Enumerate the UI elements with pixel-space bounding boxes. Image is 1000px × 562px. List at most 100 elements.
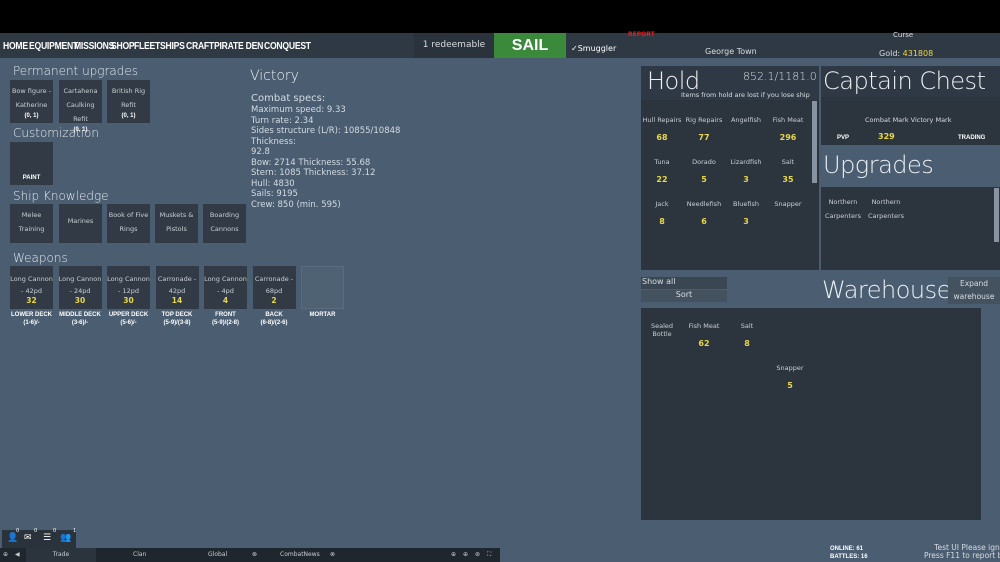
- hold-item[interactable]: Lizardfish 3: [725, 158, 767, 184]
- show-all-filter[interactable]: Show all: [641, 277, 727, 289]
- spec-line: 92.8: [251, 147, 270, 157]
- knowledge-slot[interactable]: Marines: [59, 204, 102, 243]
- hold-item[interactable]: Tuna 22: [641, 158, 683, 184]
- permanent-upgrade-slot[interactable]: Bow figure - Katherine (0, 1): [10, 80, 53, 123]
- badge: 0: [34, 528, 38, 534]
- weapon-slot[interactable]: Long Cannon - 12pd 30: [107, 266, 150, 309]
- nav-fleet[interactable]: FLEET: [134, 40, 160, 52]
- ship-knowledge-title: Ship Knowledge: [13, 189, 109, 203]
- sail-button[interactable]: SAIL: [494, 33, 566, 58]
- weapon-slot[interactable]: [301, 266, 344, 309]
- item-qty: 35: [782, 175, 794, 184]
- warehouse-item[interactable]: Fish Meat 62: [683, 322, 725, 348]
- upgrades-list: Northern Carpenters Northern Carpenters: [821, 187, 1000, 270]
- upgrade-name: Cartahena Caulking Refit: [63, 87, 98, 123]
- trading-label: TRADING: [958, 135, 986, 141]
- knowledge-slot[interactable]: Book of Five Rings: [107, 204, 150, 243]
- deck-range: (6-8)/(2-6): [260, 320, 288, 326]
- warehouse-item[interactable]: Snapper 5: [769, 364, 811, 390]
- report-link[interactable]: REPORT: [628, 31, 655, 38]
- expand-icon[interactable]: ⛶: [487, 551, 491, 559]
- upgrades-scrollbar[interactable]: [994, 188, 999, 242]
- captain-chest-panel: Captain Chest Combat Mark Victory Mark P…: [821, 66, 1000, 145]
- knowledge-slot[interactable]: Muskets & Pistols: [155, 204, 198, 243]
- warehouse-title: Warehouse: [822, 276, 951, 304]
- hold-item[interactable]: Rig Repairs 77: [683, 116, 725, 142]
- weapon-count: 14: [171, 296, 183, 305]
- back-icon[interactable]: ◀: [15, 551, 20, 558]
- weapon-slot-label: UPPER DECK (5-6)/-: [103, 311, 154, 327]
- hold-item[interactable]: Fish Meat 296: [767, 116, 809, 142]
- close-icon[interactable]: ⊗: [252, 551, 257, 558]
- weapon-name: Long Cannon - 42pd: [10, 275, 53, 295]
- nav-home[interactable]: HOME: [3, 40, 28, 52]
- profile-icon[interactable]: 👤: [7, 533, 18, 543]
- tab-combat-news[interactable]: CombatNews: [280, 551, 320, 558]
- smuggler-checkbox[interactable]: ✓Smuggler: [571, 44, 616, 53]
- close-icon[interactable]: ⊗: [330, 551, 335, 558]
- upgrade-item[interactable]: Northern Carpenters: [822, 195, 864, 223]
- add-icon[interactable]: ⊕: [463, 551, 468, 558]
- permanent-upgrade-slot[interactable]: British Rig Refit (0, 1): [107, 80, 150, 123]
- nav-craft[interactable]: CRAFT: [186, 40, 214, 52]
- nav-conquest[interactable]: CONQUEST: [264, 40, 311, 52]
- tab-trade[interactable]: Trade: [26, 548, 96, 562]
- expand-warehouse-button[interactable]: Expand warehouse: [948, 277, 1000, 304]
- friends-icon[interactable]: 👥: [60, 533, 71, 543]
- warehouse-item[interactable]: Sealed Bottle: [641, 322, 683, 347]
- server-stats: ONLINE: 61 BATTLES: 16: [830, 545, 868, 561]
- curse-label: Curse: [893, 31, 914, 39]
- weapon-slot[interactable]: Long Cannon - 24pd 30: [58, 266, 102, 309]
- nav-missions[interactable]: MISSIONS: [74, 40, 114, 52]
- nav-ships[interactable]: SHIPS: [160, 40, 185, 52]
- paint-slot[interactable]: PAINT: [10, 142, 53, 185]
- hold-note: Items from hold are lost if you lose shi…: [681, 91, 810, 99]
- weapon-slot-label: TOP DECK (5-9)/(3-8): [152, 311, 203, 327]
- weapon-slot[interactable]: Long Cannon - 42pd 32: [10, 266, 53, 309]
- item-name: Dorado: [692, 158, 716, 166]
- hold-item[interactable]: Dorado 5: [683, 158, 725, 184]
- deck-name: BACK: [265, 312, 283, 318]
- knowledge-slot[interactable]: Boarding Cannons: [203, 204, 246, 243]
- hold-item[interactable]: Bluefish 3: [725, 200, 767, 226]
- settings-icon[interactable]: ⊛: [475, 551, 480, 558]
- add-icon[interactable]: ⊕: [451, 551, 456, 558]
- nav-shop[interactable]: SHOP: [111, 40, 135, 52]
- weapon-slot[interactable]: Carronade - 42pd 14: [155, 266, 199, 309]
- upgrades-title: Upgrades: [823, 151, 934, 179]
- tab-global[interactable]: Global: [208, 551, 227, 558]
- badge: 1: [73, 528, 77, 534]
- weapon-slot[interactable]: Carronade - 68pd 2: [252, 266, 296, 309]
- upgrade-item[interactable]: Northern Carpenters: [865, 195, 907, 223]
- spec-line: Stern: 1085 Thickness: 37.12: [251, 168, 376, 178]
- item-name: Snapper: [774, 200, 802, 208]
- hold-item[interactable]: Snapper: [767, 200, 809, 217]
- gold-value: 431808: [902, 49, 934, 58]
- item-name: Salt: [740, 322, 754, 330]
- pvp-label: PVP: [837, 135, 850, 141]
- item-name: Bluefish: [733, 200, 759, 208]
- nav-equipment[interactable]: EQUIPMENT: [29, 40, 78, 52]
- redeemable-button[interactable]: 1 redeemable: [414, 33, 494, 58]
- item-name: Rig Repairs: [685, 116, 723, 124]
- hold-item[interactable]: Needlefish 6: [683, 200, 725, 226]
- list-icon[interactable]: ☰: [43, 533, 51, 543]
- sort-button[interactable]: Sort: [641, 290, 727, 302]
- hold-item[interactable]: Jack 8: [641, 200, 683, 226]
- deck-range: (3-6)/-: [71, 320, 89, 326]
- item-name: Needlefish: [686, 200, 722, 208]
- hold-item[interactable]: Hull Repairs 68: [641, 116, 683, 142]
- hold-scrollbar[interactable]: [812, 101, 817, 183]
- mail-icon[interactable]: ✉: [24, 533, 32, 543]
- weapon-name: Long Cannon - 24pd: [58, 275, 102, 295]
- search-icon[interactable]: ⊕: [3, 551, 8, 558]
- weapon-slot[interactable]: Long Cannon - 4pd 4: [204, 266, 247, 309]
- hold-item[interactable]: Salt 35: [767, 158, 809, 184]
- permanent-upgrade-slot[interactable]: Cartahena Caulking Refit (0, 1): [59, 80, 102, 133]
- nav-pirate-den[interactable]: PIRATE DEN: [214, 40, 263, 52]
- knowledge-slot[interactable]: Melee Training: [10, 204, 53, 243]
- hold-item[interactable]: Angelfish: [725, 116, 767, 133]
- warehouse-item[interactable]: Salt 8: [726, 322, 768, 348]
- tab-clan[interactable]: Clan: [133, 551, 146, 558]
- test-notice: Test UI Please ignorePress F11 to report…: [924, 544, 1000, 560]
